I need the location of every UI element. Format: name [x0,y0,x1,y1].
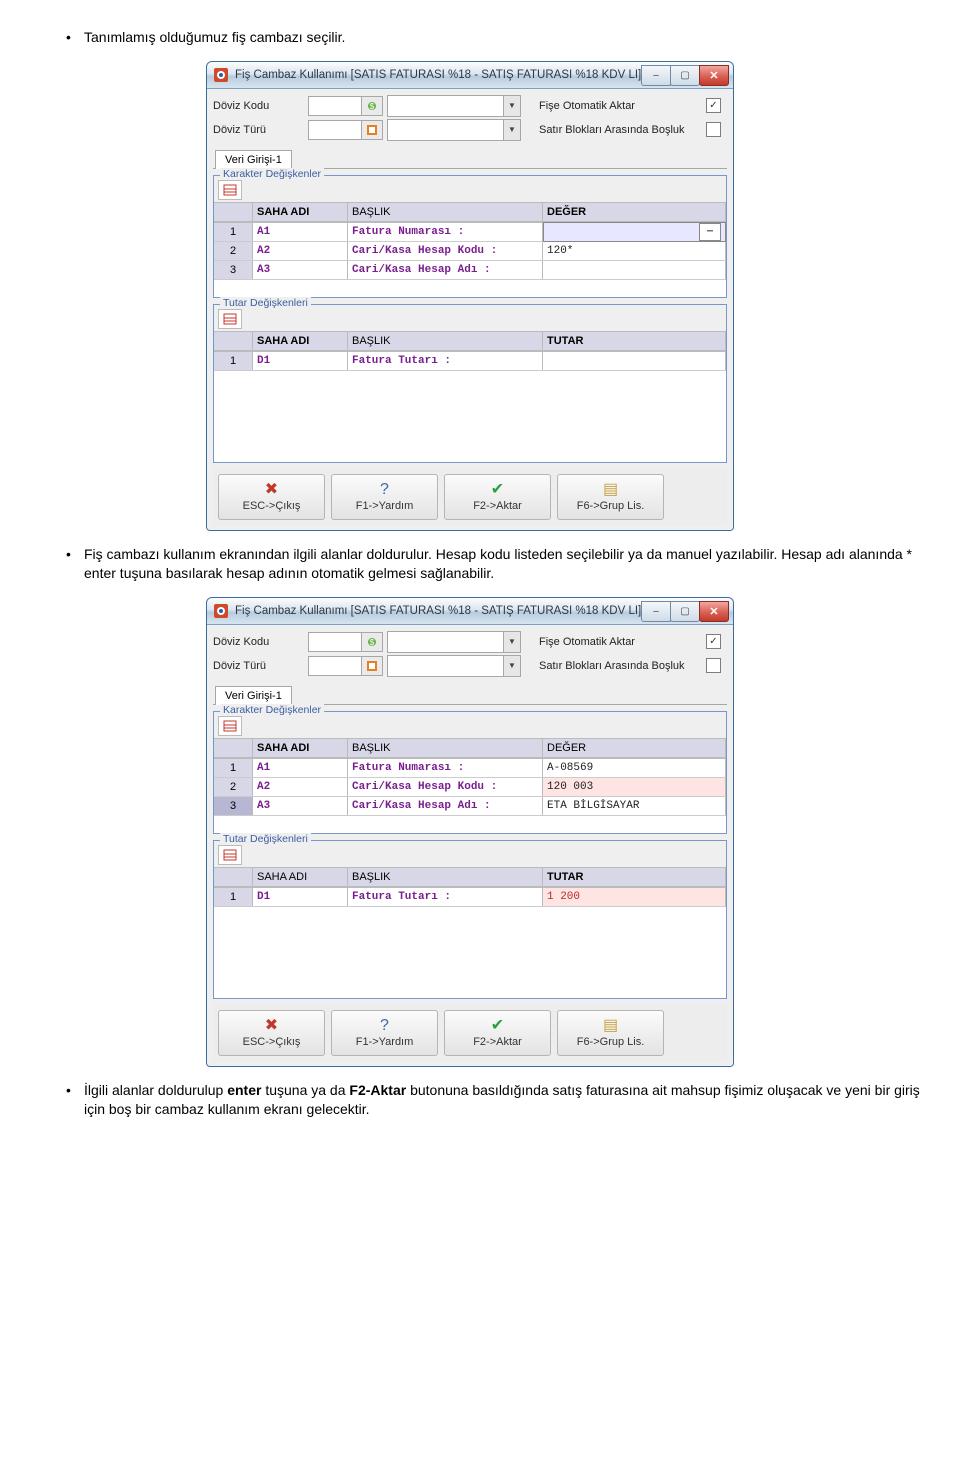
app-icon [213,603,229,619]
fise-otomatik-checkbox[interactable]: ✓ [706,98,721,113]
maximize-button[interactable]: ▢ [670,601,700,622]
col-baslik: BAŞLIK [348,203,543,221]
grid-toolbar-icon[interactable] [218,716,242,736]
close-button[interactable]: ✕ [699,65,729,86]
close-icon: ✖ [265,482,278,498]
minimize-button[interactable]: – [641,65,671,86]
doviz-kodu-field[interactable] [308,96,362,116]
grid-row[interactable]: 3 A3 Cari/Kasa Hesap Adı : [214,261,726,280]
deger-cell[interactable]: 120* [543,242,726,260]
grid-toolbar-icon[interactable] [218,845,242,865]
group-karakter: Karakter Değişkenler SAHA ADI BAŞLIK DEĞ… [213,711,727,834]
doviz-turu-lookup-icon[interactable] [362,656,383,676]
satir-bloklari-checkbox[interactable] [706,658,721,673]
f2-aktar-button[interactable]: ✔ F2->Aktar [444,474,551,520]
grid-row[interactable]: 1 A1 Fatura Numarası : A-08569 [214,759,726,778]
app-window-a: Fiş Cambaz Kullanımı [SATIS FATURASI %18… [206,61,734,531]
deger-cell[interactable] [543,261,726,279]
deger-cell[interactable]: ⋯ [543,222,726,242]
help-icon: ? [380,1018,389,1034]
doviz-kodu-combo[interactable]: ▼ [387,95,521,117]
tab-veri-girisi-1[interactable]: Veri Girişi-1 [215,686,292,705]
titlebar: Fiş Cambaz Kullanımı [SATIS FATURASI %18… [207,598,733,625]
bullet-text-1: Tanımlamış olduğumuz fiş cambazı seçilir… [84,28,934,47]
grid-row[interactable]: 1 D1 Fatura Tutarı : 1 200 [214,888,726,907]
list-icon: ▤ [603,1018,618,1034]
f2-aktar-button[interactable]: ✔ F2->Aktar [444,1010,551,1056]
doviz-turu-field[interactable] [308,656,362,676]
label-doviz-turu: Döviz Türü [213,124,308,136]
group-tutar-title: Tutar Değişkenleri [220,297,311,309]
doviz-turu-combo[interactable]: ▼ [387,655,521,677]
satir-bloklari-checkbox[interactable] [706,122,721,137]
fise-otomatik-checkbox[interactable]: ✓ [706,634,721,649]
grid-row[interactable]: 1 D1 Fatura Tutarı : [214,352,726,371]
label-fise-otomatik: Fişe Otomatik Aktar [539,100,706,112]
group-karakter-title: Karakter Değişkenler [220,168,324,180]
bullet-text-2: Fiş cambazı kullanım ekranından ilgili a… [84,545,934,583]
doviz-kodu-field[interactable] [308,632,362,652]
doviz-turu-field[interactable] [308,120,362,140]
f6-grup-button[interactable]: ▤ F6->Grup Lis. [557,474,664,520]
bullet-text-3: İlgili alanlar doldurulup enter tuşuna y… [84,1081,934,1119]
f6-grup-button[interactable]: ▤ F6->Grup Lis. [557,1010,664,1056]
doc-bullet-3: • İlgili alanlar doldurulup enter tuşuna… [66,1081,934,1119]
check-icon: ✔ [491,1018,504,1034]
app-window-b: Fiş Cambaz Kullanımı [SATIS FATURASI %18… [206,597,734,1067]
grid-toolbar-icon[interactable] [218,180,242,200]
doviz-kodu-combo[interactable]: ▼ [387,631,521,653]
svg-text:$: $ [370,638,375,647]
minimize-button[interactable]: – [641,601,671,622]
doviz-turu-combo[interactable]: ▼ [387,119,521,141]
maximize-button[interactable]: ▢ [670,65,700,86]
doviz-kodu-lookup-icon[interactable]: $ [362,96,383,116]
doc-bullet-2: • Fiş cambazı kullanım ekranından ilgili… [66,545,934,583]
group-karakter: Karakter Değişkenler SAHA ADI BAŞLIK DEĞ… [213,175,727,298]
window-title: Fiş Cambaz Kullanımı [SATIS FATURASI %18… [235,605,642,617]
bullet-icon: • [66,1081,84,1119]
check-icon: ✔ [491,482,504,498]
group-tutar: Tutar Değişkenleri SAHA ADI BAŞLIK TUTAR [213,304,727,463]
deger-cell[interactable]: ETA BİLGİSAYAR [543,797,726,815]
svg-text:$: $ [370,102,375,111]
lookup-icon[interactable]: ⋯ [699,223,721,241]
tutar-cell[interactable] [543,352,726,370]
doviz-turu-lookup-icon[interactable] [362,120,383,140]
titlebar: Fiş Cambaz Kullanımı [SATIS FATURASI %18… [207,62,733,89]
deger-cell[interactable]: 120 003 [543,778,726,796]
tutar-cell[interactable]: 1 200 [543,888,726,906]
doc-bullet-1: • Tanımlamış olduğumuz fiş cambazı seçil… [66,28,934,47]
f1-help-button[interactable]: ? F1->Yardım [331,474,438,520]
grid-row[interactable]: 1 A1 Fatura Numarası : ⋯ [214,223,726,242]
label-satir-bloklari: Satır Blokları Arasında Boşluk [539,124,706,136]
col-deger: DEĞER [543,203,726,221]
help-icon: ? [380,482,389,498]
f1-help-button[interactable]: ? F1->Yardım [331,1010,438,1056]
list-icon: ▤ [603,482,618,498]
group-tutar: Tutar Değişkenleri SAHA ADI BAŞLIK TUTAR [213,840,727,999]
app-icon [213,67,229,83]
bullet-icon: • [66,28,84,47]
window-title: Fiş Cambaz Kullanımı [SATIS FATURASI %18… [235,69,642,81]
close-icon: ✖ [265,1018,278,1034]
esc-button[interactable]: ✖ ESC->Çıkış [218,474,325,520]
grid-row[interactable]: 3 A3 Cari/Kasa Hesap Adı : ETA BİLGİSAYA… [214,797,726,816]
esc-button[interactable]: ✖ ESC->Çıkış [218,1010,325,1056]
doviz-kodu-lookup-icon[interactable]: $ [362,632,383,652]
grid-row[interactable]: 2 A2 Cari/Kasa Hesap Kodu : 120* [214,242,726,261]
label-doviz-kodu: Döviz Kodu [213,100,308,112]
close-button[interactable]: ✕ [699,601,729,622]
grid-toolbar-icon[interactable] [218,309,242,329]
grid-row[interactable]: 2 A2 Cari/Kasa Hesap Kodu : 120 003 [214,778,726,797]
deger-cell[interactable]: A-08569 [543,759,726,777]
tab-veri-girisi-1[interactable]: Veri Girişi-1 [215,150,292,169]
col-saha: SAHA ADI [253,203,348,221]
bullet-icon: • [66,545,84,583]
